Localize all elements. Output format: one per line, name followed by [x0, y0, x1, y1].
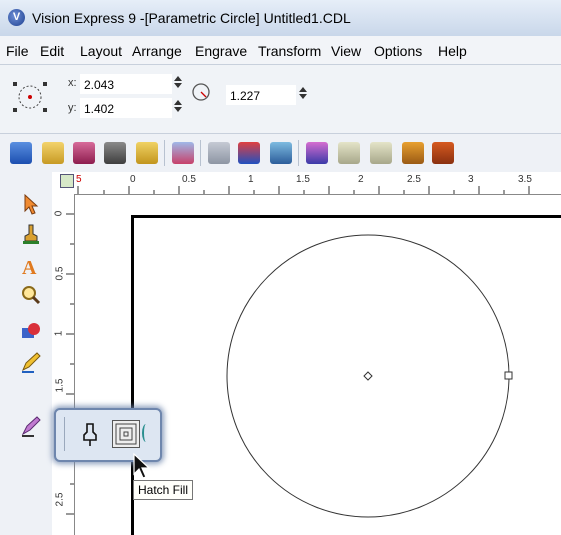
menu-bar: File Edit Layout Arrange Engrave Transfo…	[0, 36, 561, 65]
menu-transform[interactable]: Transform	[258, 43, 321, 59]
title-bar: V Vision Express 9 -[Parametric Circle] …	[0, 0, 561, 37]
open-icon[interactable]	[42, 142, 64, 164]
new-icon[interactable]	[10, 142, 32, 164]
text-tool-icon[interactable]: A	[20, 254, 42, 279]
ruler-label: 1.5	[296, 174, 310, 185]
import-icon[interactable]	[104, 142, 126, 164]
toolbar-separator	[298, 140, 299, 166]
menu-file[interactable]: File	[6, 43, 29, 59]
toolbar-separator	[164, 140, 165, 166]
node-icon[interactable]	[338, 142, 360, 164]
bitmap-icon[interactable]	[402, 142, 424, 164]
vertical-ruler: 0 0.5 1 1.5 2 2.5	[52, 194, 75, 535]
ruler-label: 3	[468, 174, 474, 185]
flyout-overflow-icon	[142, 424, 150, 442]
ruler-label: 2.5	[407, 174, 421, 185]
link-icon[interactable]	[208, 142, 230, 164]
hatch-fill-icon[interactable]	[112, 420, 140, 448]
ruler-label: 1	[53, 330, 65, 337]
ruler-label: 1.5	[54, 378, 66, 393]
window-title: Vision Express 9 -[Parametric Circle] Un…	[32, 10, 351, 26]
radius-icon	[190, 81, 212, 103]
shape-tool-icon[interactable]	[20, 320, 42, 344]
tool-icon[interactable]	[80, 422, 100, 448]
ruler-label: 1	[248, 174, 254, 185]
vision-express-icon[interactable]: V	[8, 9, 25, 26]
x-label: x:	[68, 77, 77, 89]
radius-spinner[interactable]	[298, 85, 308, 105]
node2-icon[interactable]	[370, 142, 392, 164]
y-spinner[interactable]	[173, 98, 183, 118]
zoom-tool-icon[interactable]	[20, 284, 42, 308]
engrave-tool-icon[interactable]	[20, 414, 42, 438]
ruler-label: 0.5	[182, 174, 196, 185]
ruler-label: 3.5	[518, 174, 532, 185]
ruler-label: 0.5	[54, 266, 66, 281]
fill-icon[interactable]	[238, 142, 260, 164]
pen-tool-icon[interactable]	[20, 350, 42, 374]
property-bar: x: 2.043 y: 1.402 1.227	[0, 65, 561, 134]
ruler-label: 2	[358, 174, 364, 185]
more-icon[interactable]	[432, 142, 454, 164]
node-tool-icon[interactable]	[20, 222, 42, 246]
menu-help[interactable]: Help	[438, 43, 467, 59]
center-handle	[363, 371, 373, 381]
x-spinner[interactable]	[173, 74, 183, 94]
ruler-label: 0	[130, 174, 136, 185]
ruler-label: 2.5	[54, 492, 66, 507]
toolbar-separator	[200, 140, 201, 166]
flyout-divider	[64, 417, 65, 451]
toolbox: A	[0, 172, 53, 535]
x-position-input[interactable]: 2.043	[80, 74, 172, 94]
menu-edit[interactable]: Edit	[40, 43, 64, 59]
y-position-input[interactable]: 1.402	[80, 98, 172, 118]
resize-handle	[504, 371, 513, 380]
engrave-icon[interactable]	[172, 142, 194, 164]
view-icon[interactable]	[270, 142, 292, 164]
save-icon[interactable]	[73, 142, 95, 164]
radius-input[interactable]: 1.227	[226, 85, 296, 105]
application-window: V Vision Express 9 -[Parametric Circle] …	[0, 0, 561, 535]
pointer-tool-icon[interactable]	[20, 192, 42, 216]
y-label: y:	[68, 102, 77, 114]
main-toolbar	[0, 134, 561, 173]
menu-layout[interactable]: Layout	[80, 43, 122, 59]
ruler-label: 0	[53, 210, 65, 217]
ruler-label: 5	[76, 174, 82, 185]
menu-options[interactable]: Options	[374, 43, 422, 59]
menu-view[interactable]: View	[331, 43, 361, 59]
mouse-cursor-icon	[132, 452, 152, 480]
print-icon[interactable]	[136, 142, 158, 164]
horizontal-ruler: 5 0 0.5 1 1.5 2 2.5 3 3.5	[52, 172, 561, 195]
print2-icon[interactable]	[306, 142, 328, 164]
svg-text:A: A	[22, 257, 37, 278]
menu-arrange[interactable]: Arrange	[132, 43, 182, 59]
reference-point-icon[interactable]	[10, 79, 50, 115]
tooltip: Hatch Fill	[133, 480, 194, 500]
menu-engrave[interactable]: Engrave	[195, 43, 247, 59]
